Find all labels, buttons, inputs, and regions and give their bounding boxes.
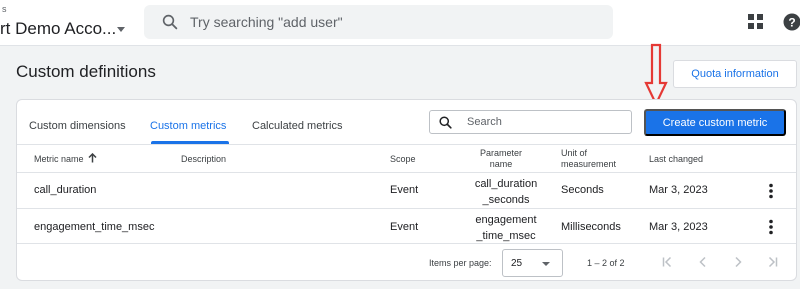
pagination-range: 1 – 2 of 2 [587, 258, 625, 268]
global-search-bar[interactable]: Try searching "add user" [144, 5, 613, 39]
tab-custom-metrics[interactable]: Custom metrics [150, 120, 226, 132]
unit-cell: Milliseconds [561, 221, 621, 233]
search-icon [439, 116, 452, 129]
create-custom-metric-button[interactable]: Create custom metric [644, 109, 786, 136]
row-divider [17, 208, 796, 209]
more-vert-icon[interactable] [768, 219, 774, 235]
metrics-search-input[interactable]: Search [429, 110, 632, 134]
column-header-scope: Scope [390, 154, 416, 164]
parameter-line-1: engagement [475, 214, 537, 226]
parameter-line-2: _time_msec [476, 230, 536, 242]
column-header-description: Description [181, 154, 227, 164]
column-header-last-changed: Last changed [649, 154, 704, 164]
column-header-unit: Unit of measurement [561, 148, 616, 170]
parameter-line-2: _seconds [482, 194, 530, 206]
parameter-name-cell: engagement _time_msec [465, 212, 547, 244]
account-breadcrumb: s [2, 4, 7, 14]
previous-page-icon[interactable] [697, 256, 709, 268]
search-icon [162, 14, 178, 30]
unit-header-line-2: measurement [561, 159, 617, 169]
top-app-bar: s rt Demo Acco... Try searching "add use… [0, 0, 800, 46]
items-per-page-select[interactable]: 25 [502, 249, 563, 277]
items-per-page-label: Items per page: [429, 258, 492, 268]
last-changed-cell: Mar 3, 2023 [649, 184, 708, 196]
items-per-page-value: 25 [511, 258, 523, 269]
parameter-header-line-2: name [489, 159, 513, 169]
header-divider [17, 172, 796, 173]
dropdown-caret-icon [542, 262, 550, 266]
unit-header-line-1: Unit of [561, 148, 588, 158]
metric-name-cell[interactable]: call_duration [34, 182, 96, 198]
quota-information-button[interactable]: Quota information [673, 60, 797, 88]
scope-cell: Event [390, 184, 419, 196]
custom-definitions-card: Custom dimensions Custom metrics Calcula… [16, 99, 797, 281]
scope-cell: Event [390, 221, 419, 233]
sort-arrow-up-icon[interactable] [88, 153, 97, 163]
page-title: Custom definitions [16, 62, 156, 81]
metric-name-cell[interactable]: engagement_time_msec [34, 219, 154, 235]
column-header-metric-name[interactable]: Metric name [34, 154, 84, 165]
last-changed-cell: Mar 3, 2023 [649, 221, 708, 233]
row-divider [17, 243, 796, 244]
tab-custom-dimensions[interactable]: Custom dimensions [29, 120, 126, 132]
parameter-header-line-1: Parameter [479, 148, 523, 158]
tab-calculated-metrics[interactable]: Calculated metrics [252, 120, 342, 132]
tabs-divider [17, 144, 796, 145]
apps-grid-icon[interactable] [747, 13, 764, 30]
more-vert-icon[interactable] [768, 183, 774, 199]
metrics-search-placeholder: Search [467, 116, 502, 128]
help-icon[interactable]: ? [783, 13, 800, 31]
global-search-placeholder: Try searching "add user" [190, 14, 343, 30]
annotation-arrow-icon [644, 43, 668, 107]
svg-text:?: ? [788, 15, 795, 29]
next-page-icon[interactable] [732, 256, 744, 268]
column-header-parameter-name: Parameter name [471, 148, 531, 170]
chevron-down-icon[interactable] [117, 27, 125, 32]
last-page-icon[interactable] [767, 256, 779, 268]
unit-cell: Seconds [561, 184, 604, 196]
parameter-line-1: call_duration [474, 178, 538, 190]
parameter-name-cell: call_duration _seconds [465, 176, 547, 208]
first-page-icon[interactable] [661, 256, 673, 268]
account-selector[interactable]: rt Demo Acco... [0, 19, 116, 39]
